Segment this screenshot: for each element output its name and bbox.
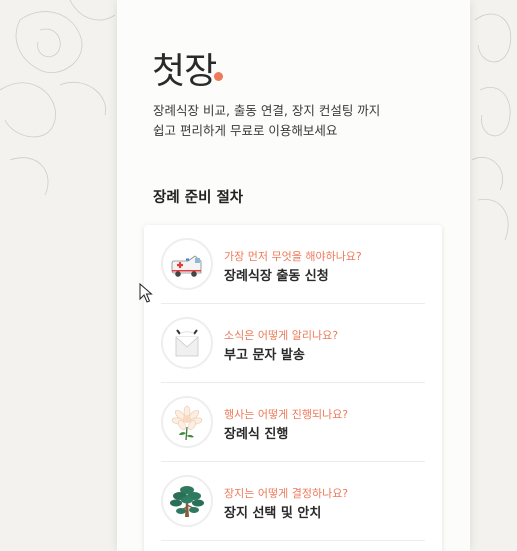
tagline: 장례식장 비교, 출동 연결, 장지 컨설팅 까지 쉽고 편리하게 무료로 이용… [153,101,443,141]
tagline-line-2: 쉽고 편리하게 무료로 이용해보세요 [153,123,338,138]
procedure-card: 가장 먼저 무엇을 해야하나요? 장례식장 출동 신청 소식은 어떻게 알리나요… [144,225,442,551]
envelope-icon [161,317,213,369]
step-question: 가장 먼저 무엇을 해야하나요? [224,250,362,263]
step-title: 장지 선택 및 안치 [224,506,322,521]
tagline-line-1: 장례식장 비교, 출동 연결, 장지 컨설팅 까지 [153,103,381,118]
floral-background-right [470,0,517,551]
ambulance-icon [161,238,213,290]
step-item-ceremony[interactable]: 행사는 어떻게 진행되나요? 장례식 진행 [161,383,425,462]
brand-dot [214,72,223,81]
step-title: 장례식 진행 [224,427,289,442]
step-question: 행사는 어떻게 진행되나요? [224,408,349,421]
main-panel: 첫장 장례식장 비교, 출동 연결, 장지 컨설팅 까지 쉽고 편리하게 무료로… [117,0,470,551]
step-question: 소식은 어떻게 알리나요? [224,329,339,342]
step-title: 장례식장 출동 신청 [224,269,329,284]
chrysanthemum-icon [161,396,213,448]
step-item-dispatch[interactable]: 가장 먼저 무엇을 해야하나요? 장례식장 출동 신청 [161,225,425,304]
step-question: 장지는 어떻게 결정하나요? [224,487,349,500]
mouse-cursor-icon [139,283,153,303]
step-item-obituary[interactable]: 소식은 어떻게 알리나요? 부고 문자 발송 [161,304,425,383]
floral-background-left [0,0,117,551]
step-item-burial[interactable]: 장지는 어떻게 결정하나요? 장지 선택 및 안치 [161,462,425,541]
step-title: 부고 문자 발송 [224,348,305,363]
pine-tree-icon [161,475,213,527]
brand-logo: 첫장 [152,51,217,92]
section-title: 장례 준비 절차 [153,190,244,206]
